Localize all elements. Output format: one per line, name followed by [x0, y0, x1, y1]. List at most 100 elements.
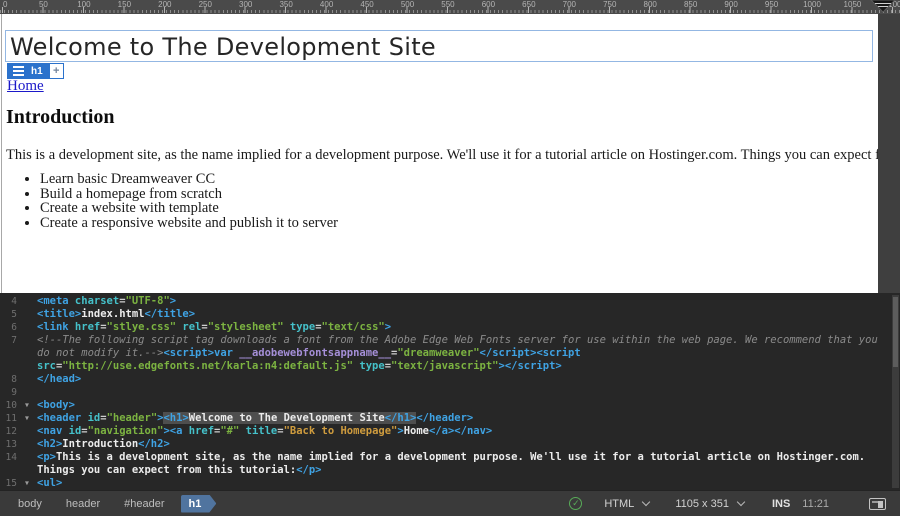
code-text	[37, 386, 900, 399]
tag-selector-header[interactable]: header	[58, 495, 108, 513]
code-row[interactable]: 14<p>This is a development site, as the …	[0, 451, 900, 464]
list-item[interactable]: Learn basic Dreamweaver CC	[40, 172, 338, 187]
code-fold-spacer	[17, 321, 37, 334]
code-token: <script>	[163, 347, 214, 359]
code-row[interactable]: do not modify it.--><script>var __adobew…	[0, 347, 900, 360]
code-token: ></script>	[499, 360, 562, 372]
lint-ok-icon[interactable]: ✓	[569, 497, 582, 510]
code-row[interactable]: 13<h2>Introduction</h2>	[0, 438, 900, 451]
line-number: 6	[0, 321, 17, 334]
ruler-label: 950	[765, 0, 778, 9]
ruler-label: 800	[644, 0, 657, 9]
live-view-page[interactable]: Welcome to The Development Site h1 + Hom…	[0, 14, 878, 293]
code-text: do not modify it.--><script>var __adobew…	[37, 347, 900, 360]
element-display-badge: h1 +	[7, 63, 64, 79]
page-left-edge	[1, 14, 2, 293]
ruler-label: 0	[3, 0, 7, 9]
code-row[interactable]: 4<meta charset="UTF-8">	[0, 295, 900, 308]
code-token: "Back to Homepage"	[284, 425, 398, 437]
ruler-label: 50	[39, 0, 48, 9]
code-row[interactable]: Things you can expect from this tutorial…	[0, 464, 900, 477]
intro-paragraph[interactable]: This is a development site, as the name …	[6, 147, 900, 164]
code-row[interactable]: 11▼<header id="header"><h1>Welcome to Th…	[0, 412, 900, 425]
code-row[interactable]: 9	[0, 386, 900, 399]
code-fold-spacer	[17, 295, 37, 308]
code-token: </a></nav>	[429, 425, 492, 437]
code-token: <h1>	[163, 412, 188, 424]
code-token: >	[170, 295, 176, 307]
doc-type-label: HTML	[604, 498, 634, 510]
code-token: ><a	[163, 425, 182, 437]
code-row[interactable]: 12<nav id="navigation"><a href="#" title…	[0, 425, 900, 438]
code-fold-spacer	[17, 425, 37, 438]
tag-selector-id-header[interactable]: #header	[116, 495, 172, 513]
tag-selector-body[interactable]: body	[10, 495, 50, 513]
ruler-label: 700	[563, 0, 576, 9]
code-row[interactable]: 15▼<ul>	[0, 477, 900, 490]
hamburger-icon[interactable]	[13, 66, 24, 76]
code-token: do not modify it.-->	[37, 347, 163, 359]
line-number: 7	[0, 334, 17, 347]
code-row[interactable]: 10▼<body>	[0, 399, 900, 412]
code-token: <title>	[37, 308, 81, 320]
plus-icon[interactable]: +	[49, 63, 64, 79]
code-token: id	[81, 412, 100, 424]
code-row[interactable]: 6<link href="stlye.css" rel="stylesheet"…	[0, 321, 900, 334]
code-token: type	[353, 360, 385, 372]
code-fold-spacer	[17, 438, 37, 451]
tutorial-list[interactable]: Learn basic Dreamweaver CCBuild a homepa…	[0, 172, 338, 230]
window-size-dropdown[interactable]: 1105 x 351	[675, 498, 744, 510]
code-fold-icon[interactable]: ▼	[17, 412, 37, 425]
line-number: 14	[0, 451, 17, 464]
ruler-label: 200	[158, 0, 171, 9]
code-token: <ul>	[37, 477, 62, 489]
code-token: "text/javascript"	[391, 360, 498, 372]
code-token: type	[284, 321, 316, 333]
code-token: <nav	[37, 425, 62, 437]
code-fold-icon[interactable]: ▼	[17, 399, 37, 412]
window-size-grabber-icon[interactable]	[870, 0, 896, 13]
code-text: <nav id="navigation"><a href="#" title="…	[37, 425, 900, 438]
line-number: 8	[0, 373, 17, 386]
code-row[interactable]: 7 <!--The following script tag downloads …	[0, 334, 900, 347]
code-token: href	[182, 425, 214, 437]
line-number: 5	[0, 308, 17, 321]
chevron-down-icon	[642, 498, 650, 506]
code-token: "UTF-8"	[126, 295, 170, 307]
code-token: "stylesheet"	[208, 321, 284, 333]
code-row[interactable]: 5 <title>index.html</title>	[0, 308, 900, 321]
code-fold-icon[interactable]: ▼	[17, 477, 37, 490]
code-token: title	[239, 425, 277, 437]
doc-type-dropdown[interactable]: HTML	[604, 498, 649, 510]
tag-selector-h1[interactable]: h1	[181, 495, 217, 513]
code-token: </p>	[296, 464, 321, 476]
page-heading[interactable]: Welcome to The Development Site	[6, 31, 872, 61]
code-row[interactable]: src="http://use.edgefonts.net/karla:n4:d…	[0, 360, 900, 373]
code-text: <header id="header"><h1>Welcome to The D…	[37, 412, 900, 425]
list-item[interactable]: Create a responsive website and publish …	[40, 216, 338, 231]
code-token: <!--The following script tag downloads a…	[37, 334, 878, 346]
code-lines[interactable]: 4<meta charset="UTF-8">5 <title>index.htm…	[0, 295, 900, 490]
code-row[interactable]: 8</head>	[0, 373, 900, 386]
code-token: "dreamweaver"	[397, 347, 479, 359]
list-item[interactable]: Create a website with template	[40, 201, 338, 216]
selected-element-outline[interactable]: Welcome to The Development Site	[5, 30, 873, 62]
code-token: </title>	[144, 308, 195, 320]
ruler-label: 250	[199, 0, 212, 9]
list-item[interactable]: Build a homepage from scratch	[40, 187, 338, 202]
line-number: 15	[0, 477, 17, 490]
code-text: <title>index.html</title>	[37, 308, 900, 321]
status-bar-right: ✓ HTML 1105 x 351 INS 11:21	[569, 497, 900, 510]
code-scrollbar-thumb[interactable]	[893, 297, 898, 367]
code-scrollbar[interactable]	[892, 295, 899, 488]
code-view[interactable]: 4<meta charset="UTF-8">5 <title>index.htm…	[0, 293, 900, 490]
code-token: rel	[176, 321, 201, 333]
introduction-heading[interactable]: Introduction	[6, 106, 115, 129]
code-token: >	[385, 321, 391, 333]
real-time-preview-icon[interactable]	[869, 498, 886, 510]
element-display-main[interactable]: h1	[7, 63, 49, 79]
code-fold-spacer	[17, 334, 37, 347]
ruler-label: 350	[279, 0, 292, 9]
code-text: Things you can expect from this tutorial…	[37, 464, 900, 477]
home-link[interactable]: Home	[7, 78, 44, 95]
